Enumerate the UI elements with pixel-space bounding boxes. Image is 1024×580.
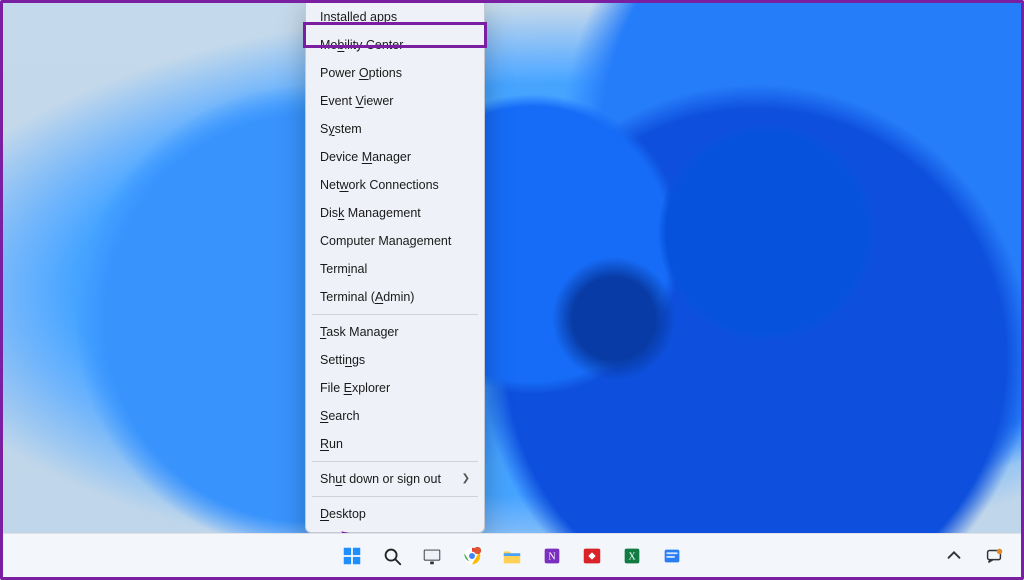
menu-item-file-explorer[interactable]: File Explorer <box>306 374 484 402</box>
start-context-menu: Installed apps Mobility Center Power Optio… <box>305 0 485 533</box>
wallpaper <box>3 3 1021 577</box>
menu-item-computer-management[interactable]: Computer Management <box>306 227 484 255</box>
menu-separator <box>312 496 478 497</box>
menu-item-installed-apps[interactable]: Installed apps <box>306 3 484 31</box>
menu-item-label: Run <box>320 435 343 453</box>
menu-item-label: Desktop <box>320 505 366 523</box>
menu-separator <box>312 314 478 315</box>
edge-legacy-taskbar-icon[interactable] <box>659 543 685 569</box>
menu-item-search[interactable]: Search <box>306 402 484 430</box>
menu-item-label: Mobility Center <box>320 36 403 54</box>
menu-item-task-manager[interactable]: Task Manager <box>306 318 484 346</box>
menu-item-label: Shut down or sign out <box>320 470 441 488</box>
chevron-up-icon[interactable] <box>941 543 967 569</box>
chrome-taskbar-icon[interactable] <box>459 543 485 569</box>
menu-item-power-options[interactable]: Power Options <box>306 59 484 87</box>
notifications-icon[interactable] <box>981 543 1007 569</box>
menu-item-label: Terminal <box>320 260 367 278</box>
submenu-indicator-icon: ❯ <box>462 470 470 488</box>
menu-item-label: Installed apps <box>320 8 397 26</box>
menu-item-label: Event Viewer <box>320 92 393 110</box>
menu-item-mobility-center[interactable]: Mobility Center <box>306 31 484 59</box>
desktop-screenshot: Installed apps Mobility Center Power Optio… <box>0 0 1024 580</box>
menu-item-label: Device Manager <box>320 148 411 166</box>
menu-item-device-manager[interactable]: Device Manager <box>306 143 484 171</box>
menu-item-desktop[interactable]: Desktop <box>306 500 484 528</box>
menu-item-label: Disk Management <box>320 204 421 222</box>
menu-item-label: Task Manager <box>320 323 399 341</box>
explorer-taskbar-icon[interactable] <box>499 543 525 569</box>
menu-separator <box>312 461 478 462</box>
start-button[interactable] <box>339 543 365 569</box>
onenote-taskbar-icon[interactable]: N <box>539 543 565 569</box>
menu-item-system[interactable]: System <box>306 115 484 143</box>
svg-text:X: X <box>628 551 636 562</box>
menu-item-shut-down-or-sign-out[interactable]: Shut down or sign out ❯ <box>306 465 484 493</box>
menu-item-network-connections[interactable]: Network Connections <box>306 171 484 199</box>
menu-item-label: Power Options <box>320 64 402 82</box>
svg-text:N: N <box>548 551 556 562</box>
menu-item-disk-management[interactable]: Disk Management <box>306 199 484 227</box>
menu-item-label: Computer Management <box>320 232 451 250</box>
taskview-taskbar-icon[interactable] <box>419 543 445 569</box>
search-taskbar-icon[interactable] <box>379 543 405 569</box>
menu-item-run[interactable]: Run <box>306 430 484 458</box>
canadapost-taskbar-icon[interactable] <box>579 543 605 569</box>
menu-item-label: Search <box>320 407 360 425</box>
menu-item-terminal-admin[interactable]: Terminal (Admin) <box>306 283 484 311</box>
menu-item-event-viewer[interactable]: Event Viewer <box>306 87 484 115</box>
menu-item-label: Network Connections <box>320 176 439 194</box>
menu-item-label: System <box>320 120 362 138</box>
menu-item-label: File Explorer <box>320 379 390 397</box>
menu-item-settings[interactable]: Settings <box>306 346 484 374</box>
excel-taskbar-icon[interactable]: X <box>619 543 645 569</box>
menu-item-label: Terminal (Admin) <box>320 288 414 306</box>
menu-item-label: Settings <box>320 351 365 369</box>
taskbar: NX <box>3 533 1021 577</box>
menu-item-terminal[interactable]: Terminal <box>306 255 484 283</box>
